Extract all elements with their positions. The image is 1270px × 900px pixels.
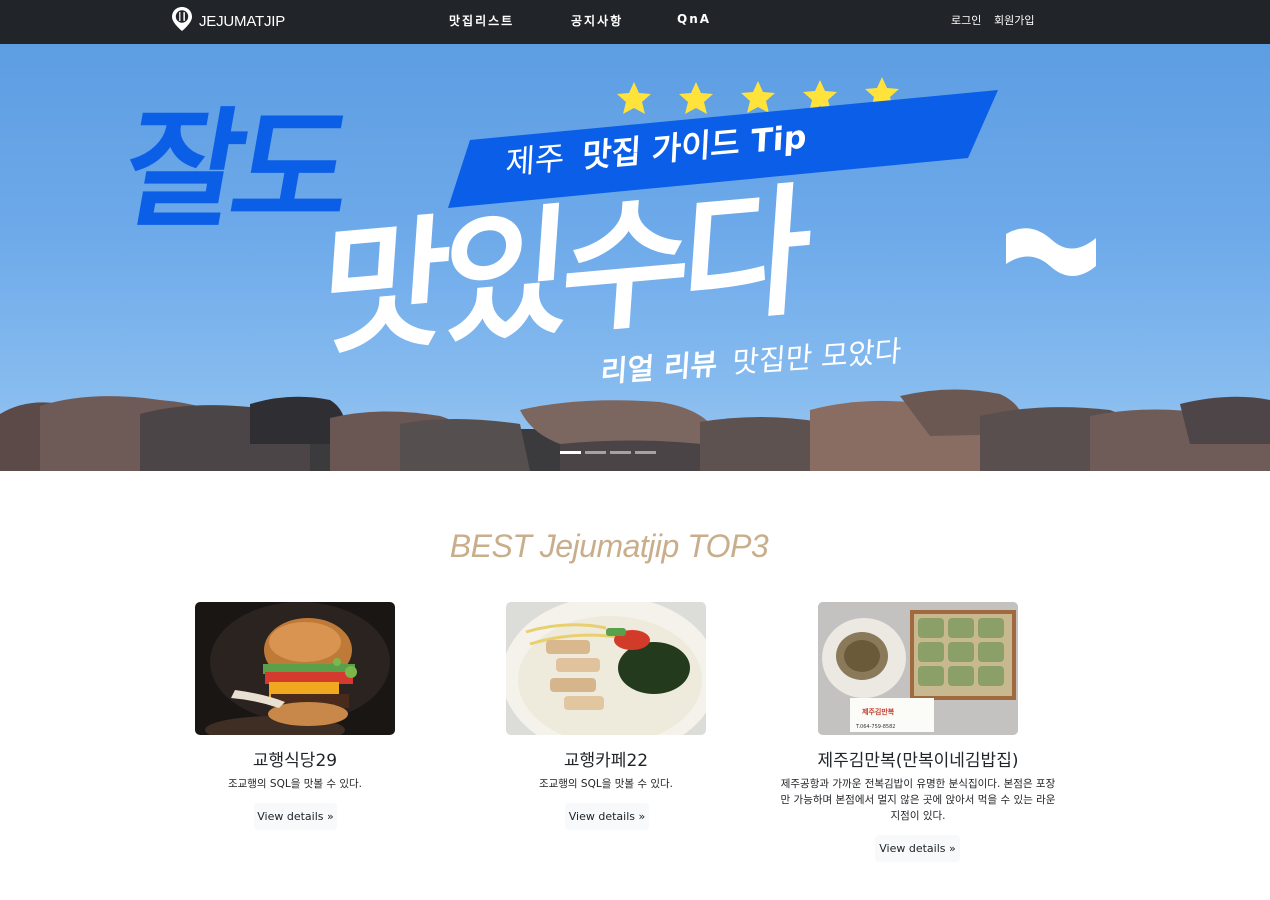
card-1-view-details-button[interactable]: View details » [254, 803, 337, 830]
nav-restaurant-list[interactable]: 맛집리스트 [449, 12, 514, 29]
hero-carousel[interactable]: 잘도 제주 맛집 가이드 Tip 맛있수다 리얼 리뷰 맛집만 모았다 [0, 44, 1270, 471]
signup-link[interactable]: 회원가입 [994, 12, 1034, 28]
nav-notice[interactable]: 공지사항 [571, 12, 623, 29]
login-link[interactable]: 로그인 [951, 12, 981, 28]
brand-name: JEJUMATJIP [199, 12, 286, 30]
nav-qna[interactable]: QnA [677, 12, 711, 26]
card-2-description: 조교행의 SQL을 맛볼 수 있다. [538, 778, 674, 790]
card-1-image [195, 602, 395, 735]
carousel-indicator-3[interactable] [610, 451, 631, 454]
hero-subline-bold: 리얼 리뷰 [600, 347, 719, 389]
carousel-indicator-1[interactable] [560, 451, 581, 454]
carousel-indicators [560, 451, 656, 454]
card-3-image: 제주김만복 T.064-759-8582 [818, 602, 1018, 735]
hero-ribbon-light: 제주 [505, 139, 566, 182]
card-3-title: 제주김만복(만복이네김밥집) [817, 751, 1019, 771]
card-2-view-details-button[interactable]: View details » [565, 803, 649, 830]
top-navbar: JEJUMATJIP 맛집리스트 공지사항 QnA 로그인 회원가입 [0, 0, 1270, 44]
card-2-image [506, 602, 706, 735]
stone-wall [0, 389, 1270, 471]
hero-banner-graphic: 잘도 제주 맛집 가이드 Tip 맛있수다 리얼 리뷰 맛집만 모았다 [0, 77, 1270, 471]
section-title: BEST Jejumatjip TOP3 [449, 528, 769, 564]
card-2-title: 교행카페22 [563, 751, 649, 771]
carousel-indicator-2[interactable] [585, 451, 606, 454]
brand-link[interactable]: JEJUMATJIP [171, 6, 286, 36]
card-3-view-details-button[interactable]: View details » [875, 835, 960, 862]
card-1-title: 교행식당29 [252, 751, 338, 771]
hero-subline-rest: 맛집만 모았다 [731, 334, 902, 380]
card-3-description: 제주공항과 가까운 전복김밥이 유명한 분식집이다. 본점은 포장만 가능하며 … [780, 778, 1056, 822]
carousel-indicator-4[interactable] [635, 451, 656, 454]
card-3-label-card: 제주김만복 [862, 707, 895, 716]
hero-headline-top: 잘도 [113, 96, 361, 245]
hero-tilde [1006, 228, 1096, 276]
card-1-description: 조교행의 SQL을 맛볼 수 있다. [227, 778, 363, 790]
card-3-label-phone: T.064-759-8582 [855, 724, 895, 730]
location-pin-icon [171, 6, 193, 36]
